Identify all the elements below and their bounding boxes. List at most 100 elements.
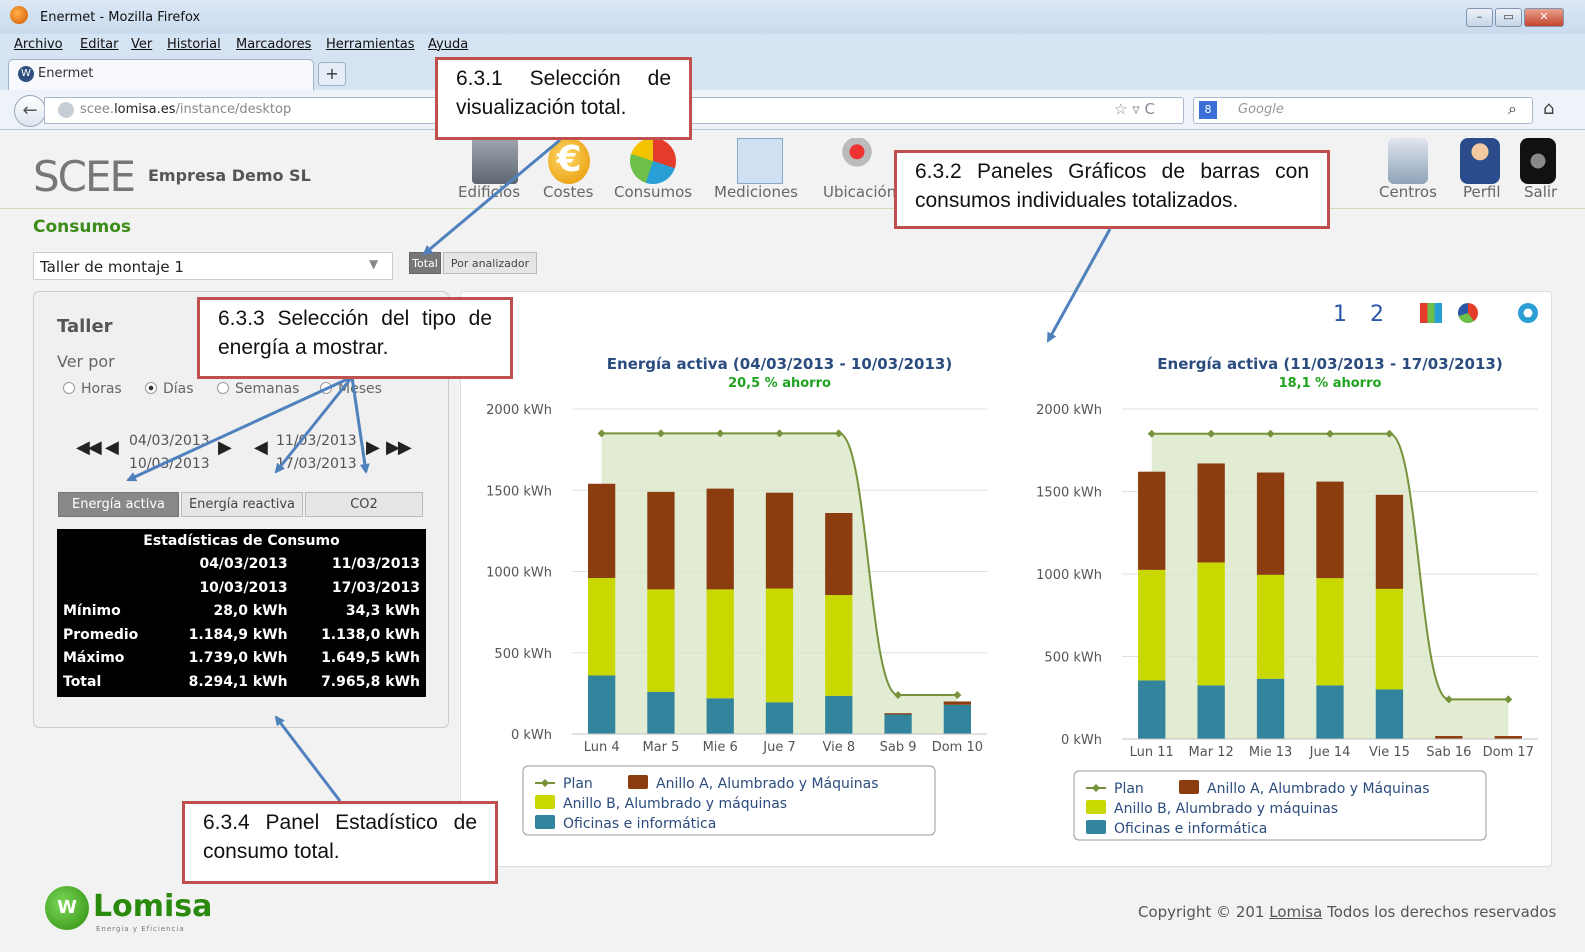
window-title: Enermet - Mozilla Firefox <box>40 10 201 25</box>
bookmark-star-icon[interactable]: ☆ ▿ C <box>1114 100 1155 118</box>
next-icon[interactable]: ▶ <box>218 437 232 458</box>
x-tick-label: Dom 10 <box>932 740 983 755</box>
next-icon[interactable]: ▶ <box>366 437 380 458</box>
nav-salir[interactable]: Salir <box>1524 183 1557 201</box>
new-tab-button[interactable]: + <box>318 62 346 86</box>
prev-icon[interactable]: ◀ <box>254 437 268 458</box>
bar-segment <box>706 698 734 734</box>
table-cell: 8.294,1 kWh <box>188 673 288 690</box>
close-icon[interactable]: ✕ <box>1524 8 1564 27</box>
map-pin-icon[interactable] <box>840 138 874 184</box>
back-arrow-icon[interactable]: ← <box>14 95 46 127</box>
fast-back-icon[interactable]: ◀◀ <box>76 437 102 458</box>
chart-subtitle: 18,1 % ahorro <box>1279 376 1382 391</box>
minimize-icon[interactable]: – <box>1466 8 1493 27</box>
home-icon[interactable]: ⌂ <box>1543 98 1554 119</box>
energia-reactiva-button[interactable]: Energía reactiva <box>181 492 303 517</box>
refresh-icon[interactable] <box>1518 303 1538 323</box>
bar-segment <box>588 578 616 676</box>
menu-marcadores[interactable]: Marcadores <box>236 37 311 52</box>
bar-segment <box>1256 574 1285 679</box>
legend-label: Oficinas e informática <box>1114 821 1267 837</box>
nav-centros[interactable]: Centros <box>1379 183 1437 201</box>
url-text[interactable]: scee.lomisa.es/instance/desktop <box>80 102 291 117</box>
search-engine-icon[interactable]: 8 <box>1199 101 1217 119</box>
x-tick-label: Lun 11 <box>1130 745 1174 760</box>
radio-semanas[interactable]: Semanas <box>217 381 299 397</box>
date-range-2: 11/03/2013 17/03/2013 <box>276 433 357 472</box>
nav-ubicacion[interactable]: Ubicación <box>823 183 896 201</box>
search-icon[interactable]: ⌕ <box>1508 99 1517 119</box>
bar-segment <box>1197 562 1225 686</box>
bar-segment <box>884 714 912 734</box>
co2-button[interactable]: CO2 <box>305 492 423 517</box>
bar-segment <box>943 704 971 734</box>
user-icon[interactable] <box>1460 138 1500 184</box>
fast-forward-icon[interactable]: ▶▶ <box>386 437 412 458</box>
y-tick-label: 1500 kWh <box>1036 486 1102 501</box>
chart-subtitle: 20,5 % ahorro <box>728 376 831 391</box>
bar-segment <box>1316 481 1344 579</box>
menu-editar[interactable]: Editar <box>80 37 119 52</box>
nav-consumos[interactable]: Consumos <box>614 183 692 201</box>
line-chart-icon[interactable] <box>737 138 783 184</box>
prev-icon[interactable]: ◀ <box>105 437 119 458</box>
euro-icon[interactable]: € <box>548 138 590 184</box>
x-tick-label: Jue 14 <box>1309 745 1351 760</box>
bar-segment <box>647 589 675 692</box>
centro-selected-value[interactable]: Taller de montaje 1 <box>40 258 184 276</box>
chart-title: Energía activa (04/03/2013 - 10/03/2013) <box>607 355 952 373</box>
energia-activa-button[interactable]: Energía activa <box>58 492 179 517</box>
x-tick-label: Sab 9 <box>880 740 917 755</box>
nav-costes[interactable]: Costes <box>543 183 593 201</box>
chevron-down-icon[interactable]: ▼ <box>369 257 378 271</box>
bar-chart-icon[interactable] <box>1420 303 1442 323</box>
table-cell: 7.965,8 kWh <box>321 673 420 690</box>
database-icon[interactable] <box>1388 138 1428 184</box>
menu-historial[interactable]: Historial <box>167 37 221 52</box>
annotation-callout: 6.3.1 Selección de visualización total. <box>435 57 692 140</box>
bar-charts: Energía activa (04/03/2013 - 10/03/2013)… <box>486 355 1538 841</box>
por-analizador-button[interactable]: Por analizador <box>443 252 537 274</box>
table-cell: 34,3 kWh <box>345 603 420 620</box>
bar-segment <box>588 675 616 734</box>
radio-meses[interactable]: Meses <box>320 381 382 397</box>
menu-ayuda[interactable]: Ayuda <box>428 37 468 52</box>
menu-archivo[interactable]: Archivo <box>14 37 63 52</box>
table-cell: 1.138,0 kWh <box>321 626 420 643</box>
page-title: Consumos <box>33 217 131 237</box>
y-tick-label: 2000 kWh <box>486 403 552 418</box>
pie-chart-icon[interactable] <box>1458 303 1478 323</box>
table-row: Máximo 1.739,0 kWh 1.649,5 kWh <box>57 647 426 671</box>
menu-herramientas[interactable]: Herramientas <box>326 37 415 52</box>
page-1-link[interactable]: 1 <box>1333 302 1347 327</box>
bar-segment <box>1197 685 1225 739</box>
bar-segment <box>1256 678 1285 739</box>
site-favicon-icon: W <box>18 66 34 82</box>
y-tick-label: 0 kWh <box>1061 733 1102 748</box>
table-cell: 11/03/2013 <box>331 556 420 573</box>
nav-perfil[interactable]: Perfil <box>1463 183 1501 201</box>
menu-ver[interactable]: Ver <box>131 37 152 52</box>
power-icon[interactable] <box>1520 138 1556 184</box>
table-cell: 28,0 kWh <box>213 603 288 620</box>
table-cell: 1.649,5 kWh <box>321 650 420 667</box>
y-tick-label: 1000 kWh <box>486 566 552 581</box>
page-2-link[interactable]: 2 <box>1370 302 1384 327</box>
table-row: Total 8.294,1 kWh 7.965,8 kWh <box>57 670 426 694</box>
table-cell: 1.739,0 kWh <box>188 650 288 667</box>
radio-horas[interactable]: Horas <box>63 381 122 397</box>
nav-edificios[interactable]: Edificios <box>458 183 520 201</box>
table-row: 04/03/2013 11/03/2013 <box>57 553 426 577</box>
pie-chart-icon[interactable] <box>630 138 676 184</box>
total-button[interactable]: Total <box>409 252 441 274</box>
table-row: Mínimo 28,0 kWh 34,3 kWh <box>57 600 426 624</box>
buildings-icon[interactable] <box>472 138 518 184</box>
bar-segment <box>943 701 971 705</box>
lomisa-link[interactable]: Lomisa <box>1269 903 1322 921</box>
nav-mediciones[interactable]: Mediciones <box>714 183 798 201</box>
bar-segment <box>765 702 794 734</box>
x-tick-label: Lun 4 <box>584 740 620 755</box>
radio-dias[interactable]: Días <box>145 381 194 397</box>
maximize-icon[interactable]: ▭ <box>1495 8 1522 27</box>
